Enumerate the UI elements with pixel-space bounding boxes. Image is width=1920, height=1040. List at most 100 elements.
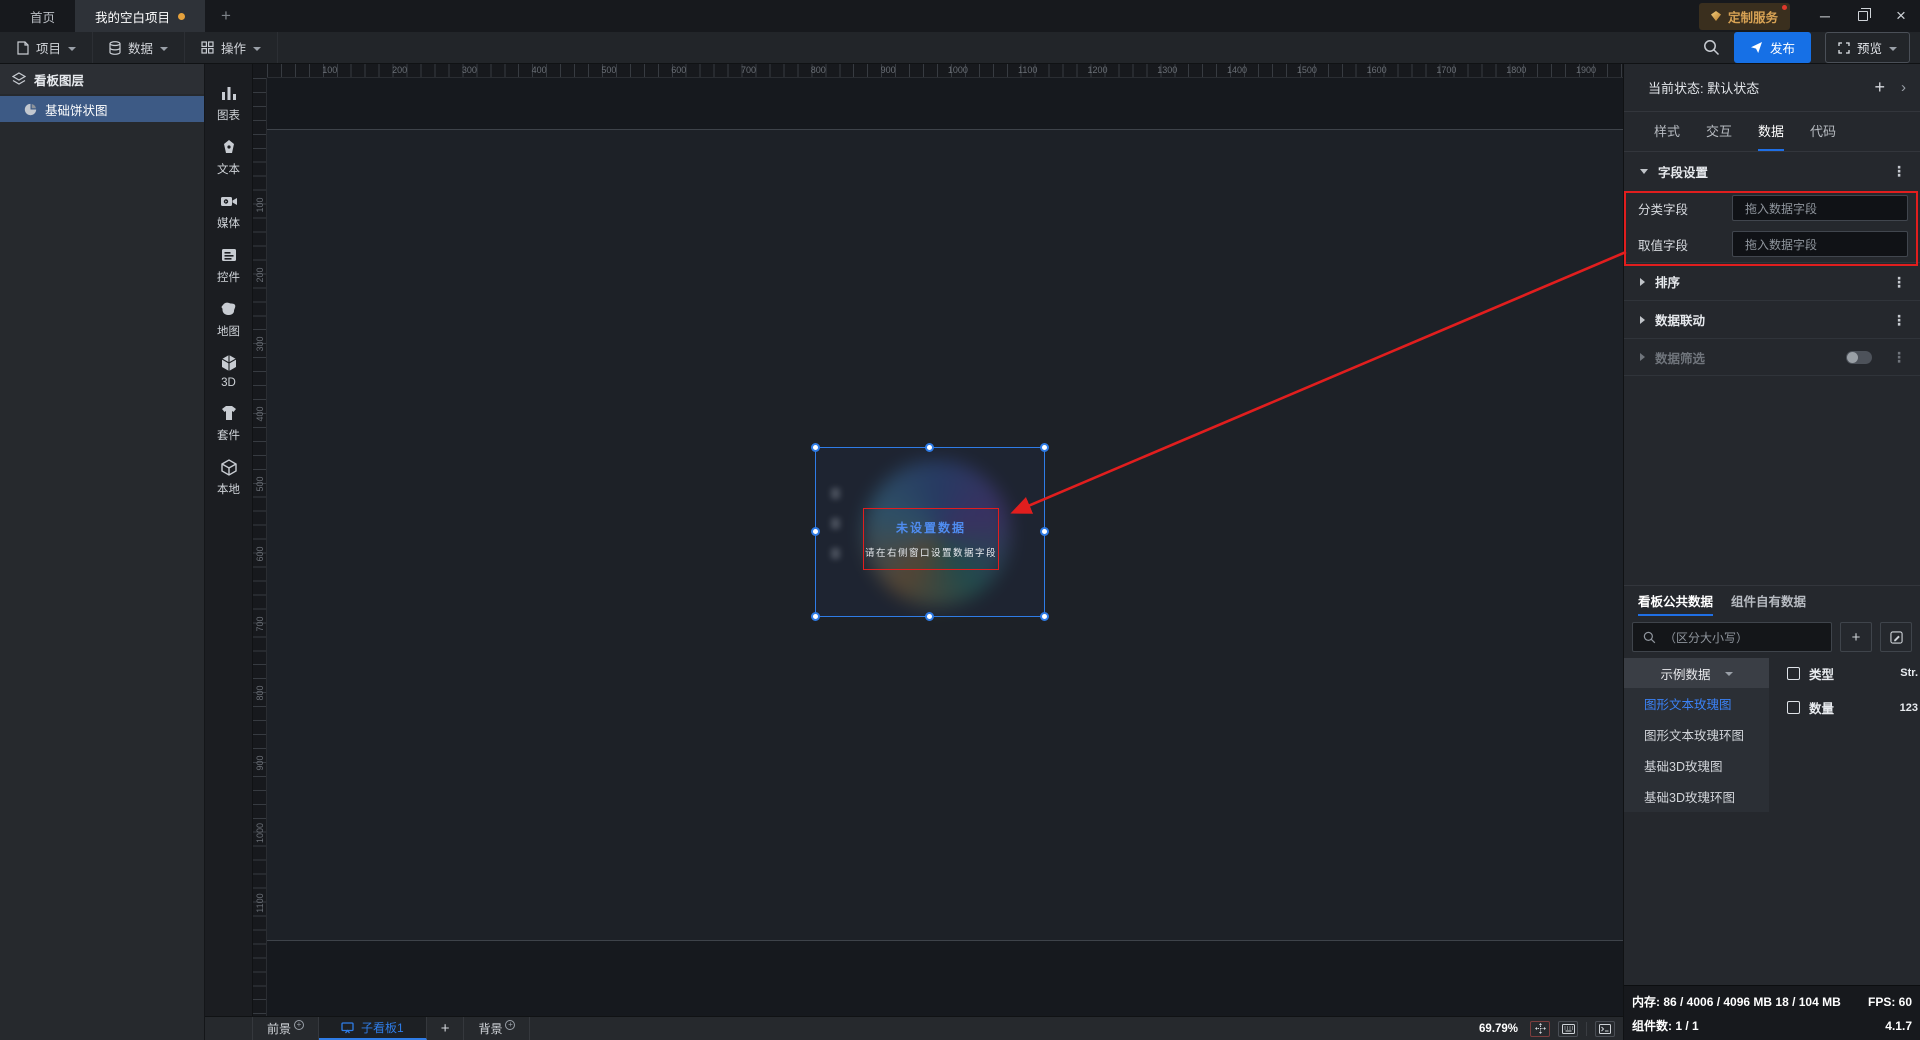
maximize-button[interactable] (1844, 0, 1882, 32)
field-name: 类型 (1809, 667, 1835, 682)
resize-handle-sw[interactable] (811, 612, 820, 621)
resize-handle-s[interactable] (925, 612, 934, 621)
add-board-button[interactable]: + (427, 1017, 465, 1040)
data-source-tabs: 看板公共数据 组件自有数据 (1624, 586, 1920, 616)
menu-action[interactable]: 操作 (185, 32, 279, 63)
foreground-tab[interactable]: 前景 + (253, 1017, 320, 1040)
ruler-label: 400 (531, 65, 547, 75)
menu-project[interactable]: 项目 (0, 32, 94, 63)
checkbox-unchecked-icon[interactable] (1787, 666, 1800, 680)
dropzone-placeholder: 拖入数据字段 (1745, 201, 1818, 216)
tab-project[interactable]: 我的空白项目 (75, 0, 206, 32)
maximize-icon (1858, 8, 1871, 21)
expand-states-button[interactable]: › (1901, 79, 1906, 96)
pie-chart-widget[interactable]: 未设置数据 请在右侧窗口设置数据字段 (811, 443, 1049, 621)
tool-control[interactable]: 控件 (205, 238, 252, 292)
tool-kit[interactable]: 套件 (205, 396, 252, 450)
background-tab[interactable]: 背景 + (464, 1017, 531, 1040)
tool-map[interactable]: 地图 (205, 292, 252, 346)
tab-interaction[interactable]: 交互 (1706, 112, 1732, 151)
section-data-filter[interactable]: 数据筛选 ⋮ (1624, 338, 1920, 376)
search-icon (1643, 631, 1656, 643)
category-field-dropzone[interactable]: 拖入数据字段 (1732, 195, 1908, 221)
status-bar: 内存: 86 / 4006 / 4096 MB 18 / 104 MB FPS:… (1624, 985, 1920, 1040)
field-row-quantity[interactable]: 数量 123 (1769, 692, 1920, 723)
tab-code[interactable]: 代码 (1810, 112, 1836, 151)
data-search-input[interactable]: （区分大小写） (1632, 622, 1832, 652)
checkbox-unchecked-icon[interactable] (1787, 701, 1800, 714)
kebab-menu-icon[interactable]: ⋮ (1892, 313, 1906, 327)
dataset-item[interactable]: 图形文本玫瑰图 (1624, 688, 1769, 719)
preview-button[interactable]: 预览 (1824, 32, 1910, 63)
shortcut-keys-button[interactable] (1558, 1020, 1578, 1037)
add-background-icon[interactable]: + (505, 1019, 516, 1030)
tool-text[interactable]: 文本 (205, 130, 252, 184)
caret-right-icon (1640, 315, 1645, 324)
properties-panel: 当前状态: 默认状态 + › 样式 交互 数据 代码 字段设置 ⋮ 分类字段 拖… (1623, 64, 1920, 1040)
resize-handle-e[interactable] (1040, 527, 1049, 536)
minimize-button[interactable]: ─ (1806, 0, 1844, 32)
tab-component-own-data[interactable]: 组件自有数据 (1731, 586, 1806, 616)
dataset-item[interactable]: 图形文本玫瑰环图 (1624, 719, 1769, 750)
foreground-label: 前景 (267, 1022, 292, 1036)
caret-right-icon (1640, 353, 1645, 361)
tab-board-shared-data[interactable]: 看板公共数据 (1638, 586, 1714, 616)
ruler-label: 1700 (1436, 65, 1457, 75)
resize-handle-n[interactable] (925, 443, 934, 452)
tool-media[interactable]: 媒体 (205, 184, 252, 238)
ruler-label: 100 (322, 65, 338, 75)
resize-handle-w[interactable] (811, 527, 820, 536)
tab-style[interactable]: 样式 (1654, 112, 1680, 151)
ruler-label: 1500 (1296, 65, 1317, 75)
tool-3d[interactable]: 3D (205, 346, 252, 396)
map-icon (221, 302, 235, 315)
design-canvas[interactable]: 100 200 300 400 500 600 700 800 900 1000 1100 1200 1… (253, 64, 1623, 1016)
dataset-item[interactable]: 基础3D玫瑰图 (1624, 750, 1769, 781)
close-button[interactable]: × (1882, 0, 1920, 32)
ghost-legend-mark (831, 548, 840, 559)
resize-handle-nw[interactable] (811, 443, 820, 452)
no-data-title: 未设置数据 (895, 521, 966, 535)
subboard-tab[interactable]: 子看板1 (319, 1017, 427, 1040)
filter-toggle-off[interactable] (1846, 350, 1872, 364)
publish-button[interactable]: 发布 (1733, 32, 1811, 63)
menu-bar: 项目 数据 操作 发布 预览 (0, 32, 1920, 64)
new-tab-button[interactable]: + (205, 0, 247, 32)
custom-service-badge[interactable]: 定制服务 (1698, 2, 1790, 30)
menu-data[interactable]: 数据 (93, 32, 186, 63)
ruler-label: 1600 (1366, 65, 1387, 75)
field-row-type[interactable]: 类型 Str. (1769, 658, 1920, 688)
tool-chart[interactable]: 图表 (205, 76, 252, 130)
resize-handle-ne[interactable] (1040, 443, 1049, 452)
section-sort[interactable]: 排序 ⋮ (1624, 262, 1920, 300)
section-data-linkage[interactable]: 数据联动 ⋮ (1624, 300, 1920, 338)
fit-arrows-icon (1534, 1023, 1546, 1034)
dataset-selector[interactable]: 示例数据 (1624, 658, 1769, 688)
edit-dataset-button[interactable] (1880, 622, 1912, 652)
tab-home[interactable]: 首页 (10, 0, 75, 32)
layer-item-pie-chart[interactable]: 基础饼状图 (0, 96, 204, 122)
data-filter-label: 数据筛选 (1655, 351, 1706, 366)
tab-data[interactable]: 数据 (1758, 112, 1785, 151)
tool-local[interactable]: 本地 (205, 450, 252, 504)
database-icon (109, 40, 121, 55)
console-button[interactable] (1595, 1020, 1615, 1037)
resize-handle-se[interactable] (1040, 612, 1049, 621)
kebab-menu-icon[interactable]: ⋮ (1892, 275, 1906, 289)
kebab-menu-icon[interactable]: ⋮ (1892, 350, 1906, 364)
field-name: 数量 (1809, 702, 1835, 716)
fullscreen-icon (1838, 41, 1850, 54)
search-icon[interactable] (1703, 39, 1720, 56)
tab-project-label: 我的空白项目 (95, 10, 171, 25)
value-field-dropzone[interactable]: 拖入数据字段 (1732, 231, 1908, 257)
add-state-button[interactable]: + (1874, 77, 1885, 98)
dataset-item[interactable]: 基础3D玫瑰环图 (1624, 781, 1769, 812)
add-foreground-icon[interactable]: + (294, 1019, 305, 1030)
board-bottom-bar: 前景 + 子看板1 + 背景 + 69.79% (205, 1016, 1623, 1040)
section-field-settings[interactable]: 字段设置 ⋮ (1624, 152, 1920, 190)
add-dataset-button[interactable]: + (1840, 622, 1872, 652)
ruler-label: 1100 (1018, 65, 1038, 75)
fit-view-button[interactable] (1530, 1020, 1550, 1037)
data-source-panel: 看板公共数据 组件自有数据 （区分大小写） + 示例数据 图形文本玫瑰图 图形文… (1624, 585, 1920, 985)
kebab-menu-icon[interactable]: ⋮ (1892, 164, 1906, 178)
